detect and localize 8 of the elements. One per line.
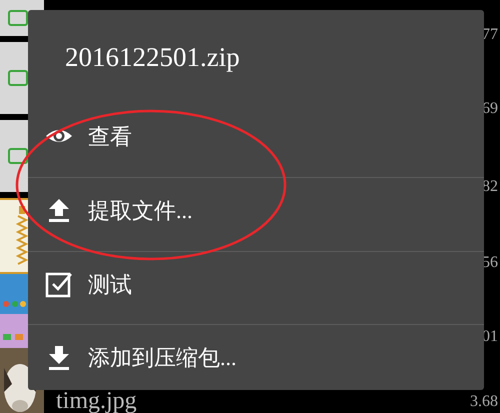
menu-item[interactable]: 测试 — [28, 250, 484, 316]
file-size: 3.68 — [470, 393, 498, 411]
zipper-icon — [16, 206, 28, 266]
menu-item[interactable]: 添加到压缩包... — [28, 324, 484, 390]
menu-title: 2016122501.zip — [65, 40, 240, 74]
menu-item[interactable]: 提取文件... — [28, 177, 484, 243]
file-name: timg.jpg — [56, 389, 137, 413]
menu-item[interactable]: 查看 — [28, 104, 484, 170]
